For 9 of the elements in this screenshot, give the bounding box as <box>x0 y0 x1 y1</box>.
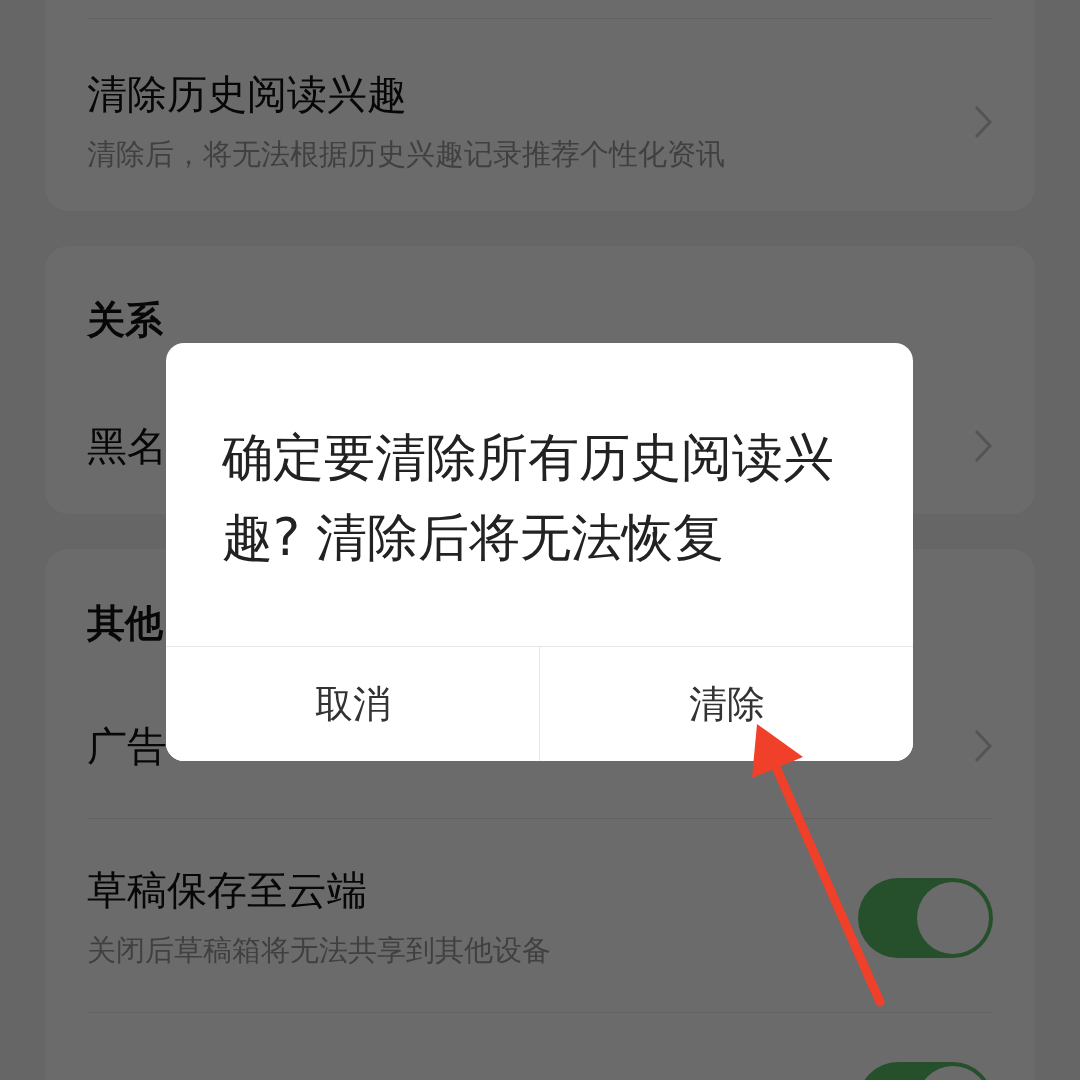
toggle-switch[interactable] <box>858 878 993 958</box>
row-title: 清除历史阅读兴趣 <box>87 72 407 116</box>
row-title: 广告 <box>87 724 167 768</box>
row-title: 草稿保存至云端 <box>87 868 367 912</box>
row-title: 黑名 <box>87 424 167 468</box>
section-header: 关系 <box>87 297 164 344</box>
dialog-button[interactable]: 清除 <box>539 647 913 761</box>
section-header: 其他 <box>87 600 164 647</box>
dialog-message: 确定要清除所有历史阅读兴趣? 清除后将无法恢复 <box>221 427 835 569</box>
